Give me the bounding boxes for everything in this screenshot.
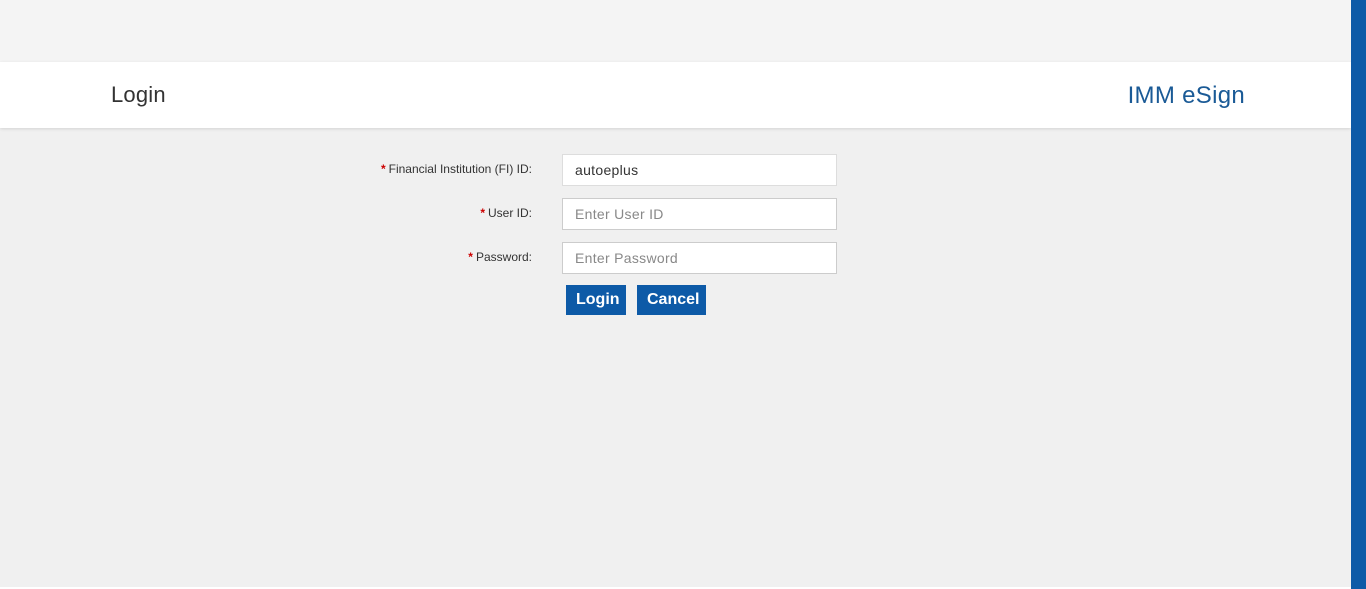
password-row: * Password:: [0, 242, 1351, 276]
page-title: Login: [111, 82, 166, 107]
user-id-label-text: User ID:: [487, 206, 532, 220]
fi-id-label: * Financial Institution (FI) ID:: [381, 162, 532, 176]
password-label-text: Password:: [475, 250, 532, 264]
password-input[interactable]: [562, 242, 837, 274]
fi-id-input[interactable]: [562, 154, 837, 186]
password-label: * Password:: [468, 250, 532, 264]
login-button[interactable]: Login: [566, 285, 626, 315]
required-marker: *: [380, 162, 386, 176]
required-marker: *: [468, 250, 473, 264]
cancel-button[interactable]: Cancel: [637, 285, 706, 315]
header-bar: Login IMM eSign: [0, 62, 1351, 128]
fi-id-label-text: Financial Institution (FI) ID:: [388, 162, 532, 176]
user-id-input[interactable]: [562, 198, 837, 230]
user-id-row: * User ID:: [0, 198, 1351, 232]
required-marker: *: [480, 206, 485, 220]
login-page: Login IMM eSign * Financial Institution (…: [0, 0, 1366, 589]
right-accent-bar: [1351, 0, 1366, 589]
fi-id-row: * Financial Institution (FI) ID:: [0, 154, 1351, 188]
top-band: [0, 0, 1351, 62]
user-id-label: * User ID:: [480, 206, 532, 220]
brand-title: IMM eSign: [1127, 82, 1245, 109]
